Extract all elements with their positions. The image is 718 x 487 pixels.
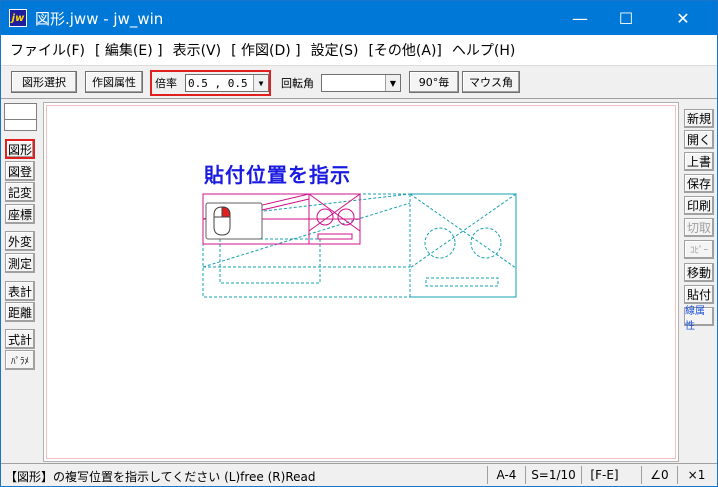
tool-table-calc[interactable]: 表計 [5,281,35,301]
outline-circle-right [470,227,502,259]
chevron-down-icon[interactable]: ▼ [253,75,268,91]
outline-slot [425,277,499,287]
app-window: jw 図形.jww - jw_win — ☐ ✕ ファイル(F) [ 編集(E)… [0,0,718,487]
angle-indicator[interactable]: ∠0 [641,466,677,484]
menu-view[interactable]: 表示(V) [168,40,227,60]
menu-edit[interactable]: [ 編集(E) ] [90,40,168,60]
tool-figure-register[interactable]: 図登 [5,161,35,181]
mouse-angle-button[interactable]: マウス角 [462,71,520,93]
drawing-attribute-button[interactable]: 作図属性 [85,71,143,93]
menu-help[interactable]: ヘルプ(H) [447,40,520,60]
menu-bar: ファイル(F) [ 編集(E) ] 表示(V) [ 作図(D) ] 設定(S) … [1,35,717,65]
move-button[interactable]: 移動 [684,263,714,282]
figure-circle-left [316,208,334,226]
overwrite-button[interactable]: 上書 [684,152,714,171]
close-button[interactable]: ✕ [649,1,717,35]
figure-slot [317,233,353,240]
jw-app-icon: jw [9,9,27,27]
drawing-scale[interactable]: S=1/10 [525,466,581,484]
scale-label: 倍率 [155,77,177,90]
zoom-indicator[interactable]: ×1 [677,466,715,484]
tool-symbol-change[interactable]: 記変 [5,182,35,202]
scale-group: 倍率 0.5 , 0.5 ▼ [150,70,271,96]
scale-input[interactable]: 0.5 , 0.5 ▼ [185,74,269,92]
select-figure-button[interactable]: 図形選択 [11,71,77,93]
rotation-select[interactable]: ▼ [321,74,401,92]
maximize-button[interactable]: ☐ [603,1,649,35]
line-attribute-button[interactable]: 線属性 [684,306,714,332]
layer-indicator[interactable]: [F-E] [581,466,627,484]
window-title: 図形.jww - jw_win [35,9,164,28]
right-tool-panel: 新規 開く 上書 保存 印刷 切取 ｺﾋﾟｰ 移動 貼付 線属性 [681,99,717,463]
tool-measure[interactable]: 測定 [5,253,35,273]
tool-distance[interactable]: 距離 [5,302,35,322]
cut-button[interactable]: 切取 [684,218,714,237]
outline-inner-rect [219,238,321,284]
menu-other[interactable]: [その他(A)] [363,40,446,60]
print-button[interactable]: 印刷 [684,196,714,215]
rotation-label: 回転角 [281,77,314,90]
toolbar: 図形選択 作図属性 倍率 0.5 , 0.5 ▼ 回転角 ▼ 90°毎 マウス角 [1,65,717,99]
line-color-sample[interactable] [4,119,37,131]
scale-value: 0.5 , 0.5 [188,76,248,90]
new-file-button[interactable]: 新規 [684,109,714,128]
menu-draw[interactable]: [ 作図(D) ] [226,40,306,60]
drawing-canvas[interactable]: 貼付位置を指示 [43,102,679,462]
tool-parameter[interactable]: ﾊﾟﾗﾒ [5,350,35,370]
title-bar: jw 図形.jww - jw_win — ☐ ✕ [1,1,717,35]
figure-preview [202,193,517,298]
tool-formula-calc[interactable]: 式計 [5,329,35,349]
paper-size[interactable]: A-4 [487,466,525,484]
tool-figure[interactable]: 図形 [5,139,35,159]
tool-coordinate[interactable]: 座標 [5,204,35,224]
status-message: 【図形】の複写位置を指示してください (L)free (R)Read [5,470,316,484]
minimize-button[interactable]: — [557,1,603,35]
left-tool-panel: 図形 図登 記変 座標 外変 測定 表計 距離 式計 ﾊﾟﾗﾒ [1,99,39,463]
menu-settings[interactable]: 設定(S) [306,40,364,60]
tool-external-change[interactable]: 外変 [5,231,35,251]
chevron-down-icon[interactable]: ▼ [385,75,400,91]
open-file-button[interactable]: 開く [684,130,714,149]
menu-file[interactable]: ファイル(F) [5,40,90,60]
mouse-hint-icon [205,202,263,240]
outline-cross-b [409,193,517,269]
save-button[interactable]: 保存 [684,174,714,193]
outline-diagonal-b [263,193,411,212]
copy-button[interactable]: ｺﾋﾟｰ [684,240,714,259]
status-bar: 【図形】の複写位置を指示してください (L)free (R)Read A-4 S… [1,463,717,486]
outline-circle-left [424,227,456,259]
rotate-90-button[interactable]: 90°毎 [409,71,459,93]
outline-cross-a [409,193,517,269]
